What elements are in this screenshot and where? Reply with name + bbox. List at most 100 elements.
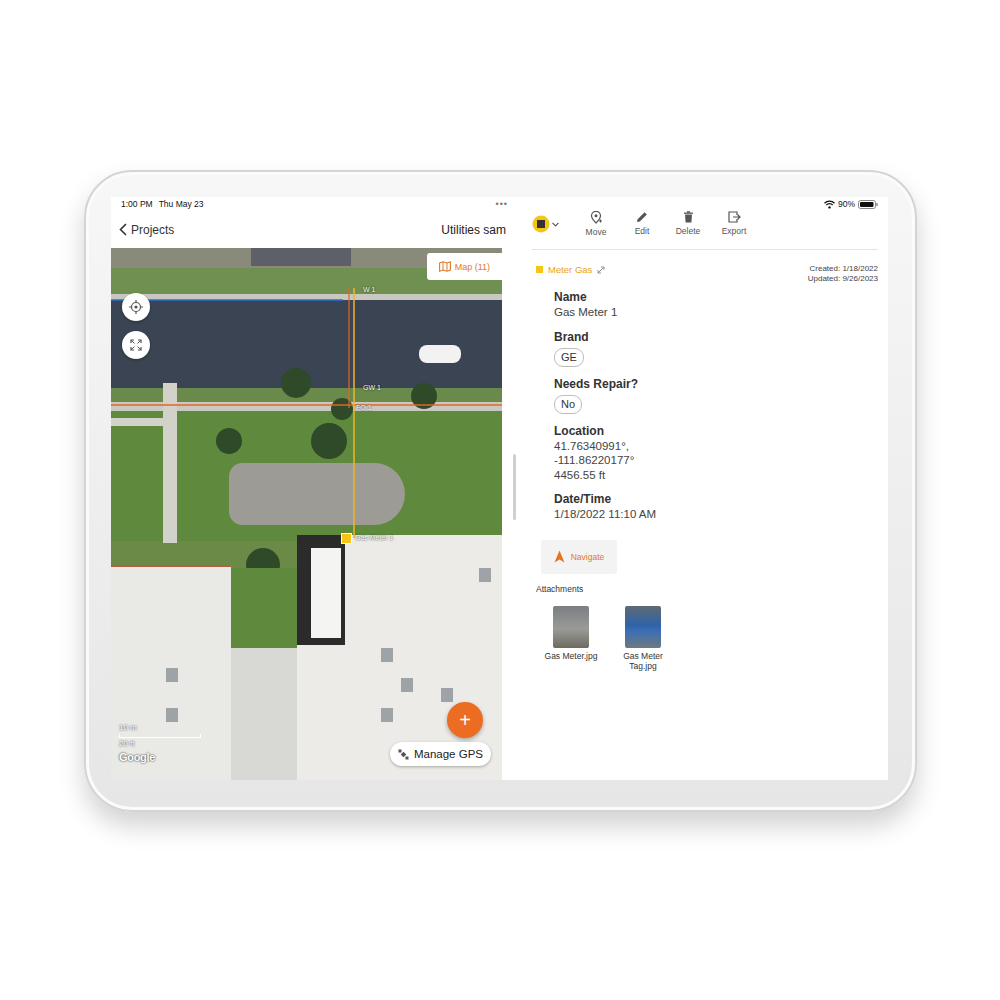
navigate-arrow-icon[interactable] xyxy=(554,550,565,563)
record-dates: Created: 1/18/2022Updated: 9/26/2023 xyxy=(808,264,878,284)
toolbar-action[interactable]: Edit xyxy=(629,211,655,236)
map-layers-label[interactable]: Map (11) xyxy=(455,262,490,272)
crosshair-icon xyxy=(129,300,143,314)
map-icon xyxy=(439,261,451,272)
field-value: 1/18/2022 11:10 AM xyxy=(554,507,878,522)
roof-section xyxy=(311,548,341,638)
record-toolbar: Move Edit Delete Export xyxy=(532,211,878,250)
google-attribution: Google xyxy=(119,752,201,762)
record-field: Location41.76340991°,-111.86220177°4456.… xyxy=(554,424,878,483)
roof-unit xyxy=(479,568,491,582)
navigate-button[interactable]: Navigate xyxy=(541,540,617,574)
multitask-dots[interactable]: ••• xyxy=(496,199,508,209)
expand-icon xyxy=(130,339,142,351)
field-label: Needs Repair? xyxy=(554,377,878,392)
field-label: Location xyxy=(554,424,878,439)
trash-icon[interactable] xyxy=(683,211,694,223)
battery-icon xyxy=(858,200,878,209)
nav-bar: ProjectsUtilities sam xyxy=(111,211,502,248)
layer-swatch xyxy=(536,266,543,273)
manage-gps-button[interactable]: Manage GPS xyxy=(390,742,491,766)
attachments-title: Attachments xyxy=(532,574,878,594)
expand-arrows-icon[interactable] xyxy=(597,266,605,274)
scale-metric: 10 m xyxy=(119,723,201,733)
layer-label: Meter Gas xyxy=(548,264,592,275)
toolbar-action[interactable]: Delete xyxy=(675,211,701,236)
satellite-icon xyxy=(398,749,409,760)
split-handle[interactable] xyxy=(513,454,516,520)
created-date: Created: 1/18/2022 xyxy=(808,264,878,274)
move-icon[interactable] xyxy=(590,211,602,224)
field-value: Gas Meter 1 xyxy=(554,305,878,320)
field-label: Name xyxy=(554,290,878,305)
field-label: Date/Time xyxy=(554,492,878,507)
add-button[interactable]: + xyxy=(447,702,483,738)
map-pane: ProjectsUtilities samW 1GW 1FO 1Gas Mete… xyxy=(111,211,502,780)
project-title: Utilities sam xyxy=(441,223,506,237)
toolbar-action[interactable]: Move xyxy=(583,211,609,237)
chip-row: GE xyxy=(554,345,878,367)
walkway xyxy=(163,383,177,543)
record-field: Needs Repair? No xyxy=(554,377,878,414)
attachment-name[interactable]: Gas Meter Tag.jpg xyxy=(614,651,672,671)
chevron-down-icon xyxy=(552,222,559,227)
roof-unit xyxy=(401,678,413,692)
marker-label: Gas Meter 1 xyxy=(355,534,394,541)
field-chip: No xyxy=(554,395,582,414)
fullscreen-button[interactable] xyxy=(122,331,150,359)
attachment-name[interactable]: Gas Meter.jpg xyxy=(545,651,598,661)
record-field: Brand GE xyxy=(554,330,878,367)
updated-date: Updated: 9/26/2023 xyxy=(808,274,878,284)
navigate-label[interactable]: Navigate xyxy=(571,552,605,562)
map-layers-button[interactable]: Map (11) xyxy=(427,253,502,280)
toolbar-action-label[interactable]: Export xyxy=(722,226,747,236)
battery-level: 90% xyxy=(838,199,855,209)
tablet-screen: 1:00 PMThu May 23•••90%ProjectsUtilities… xyxy=(111,197,888,780)
record-header: Meter Gas Created: 1/18/2022Updated: 9/26… xyxy=(532,250,878,284)
attachments-list: Gas Meter.jpg Gas Meter Tag.jpg xyxy=(532,594,878,671)
split-view: ProjectsUtilities samW 1GW 1FO 1Gas Mete… xyxy=(111,211,888,780)
feature-style-icon xyxy=(532,215,550,233)
scale-imperial: 20 ft xyxy=(119,739,201,749)
attachment-thumbnail[interactable] xyxy=(553,606,589,648)
field-value: -111.86220177° xyxy=(554,453,878,468)
map-scale: 10 m 20 ft Google xyxy=(119,723,201,762)
house-roof xyxy=(251,248,351,266)
back-button[interactable]: Projects xyxy=(119,223,174,237)
toolbar-action-label[interactable]: Edit xyxy=(635,226,650,236)
status-time: 1:00 PM xyxy=(121,199,153,209)
chip-row: No xyxy=(554,392,878,414)
toolbar-action-label[interactable]: Delete xyxy=(676,226,701,236)
map-view[interactable]: W 1GW 1FO 1Gas Meter 1Map (11)10 m20 ftG… xyxy=(111,248,502,780)
layer-name: Meter Gas xyxy=(536,264,605,275)
line-label: FO 1 xyxy=(356,404,372,411)
toolbar-action[interactable]: Export xyxy=(721,211,747,236)
gas-meter-marker[interactable] xyxy=(341,533,352,544)
back-label[interactable]: Projects xyxy=(131,223,174,237)
record-fields: NameGas Meter 1 Brand GE Needs Repair? No Loc… xyxy=(532,284,878,522)
status-left: 1:00 PMThu May 23••• xyxy=(111,199,502,209)
attachment[interactable]: Gas Meter Tag.jpg xyxy=(614,606,672,671)
walkway-2 xyxy=(111,418,163,426)
attachment-thumbnail[interactable] xyxy=(625,606,661,648)
field-value: 41.76340991°, xyxy=(554,439,878,454)
manage-gps-label[interactable]: Manage GPS xyxy=(414,748,483,760)
status-bar: 1:00 PM Thu May 23 ••• 90% xyxy=(111,197,888,211)
style-selector[interactable] xyxy=(532,211,559,233)
roof-unit xyxy=(441,688,453,702)
roof-unit xyxy=(381,708,393,722)
courtyard xyxy=(231,568,297,648)
export-icon[interactable] xyxy=(728,211,741,223)
locate-button[interactable] xyxy=(122,293,150,321)
status-right: 90% xyxy=(502,199,888,209)
field-label: Brand xyxy=(554,330,878,345)
tree xyxy=(281,368,311,398)
status-date: Thu May 23 xyxy=(159,199,204,209)
attachment[interactable]: Gas Meter.jpg xyxy=(542,606,600,671)
field-chip: GE xyxy=(554,348,584,367)
pencil-icon[interactable] xyxy=(636,211,648,223)
gravel-lot xyxy=(229,463,405,525)
tablet-frame: 1:00 PMThu May 23•••90%ProjectsUtilities… xyxy=(84,170,917,812)
toolbar-action-label[interactable]: Move xyxy=(586,227,607,237)
wifi-icon xyxy=(824,200,835,209)
